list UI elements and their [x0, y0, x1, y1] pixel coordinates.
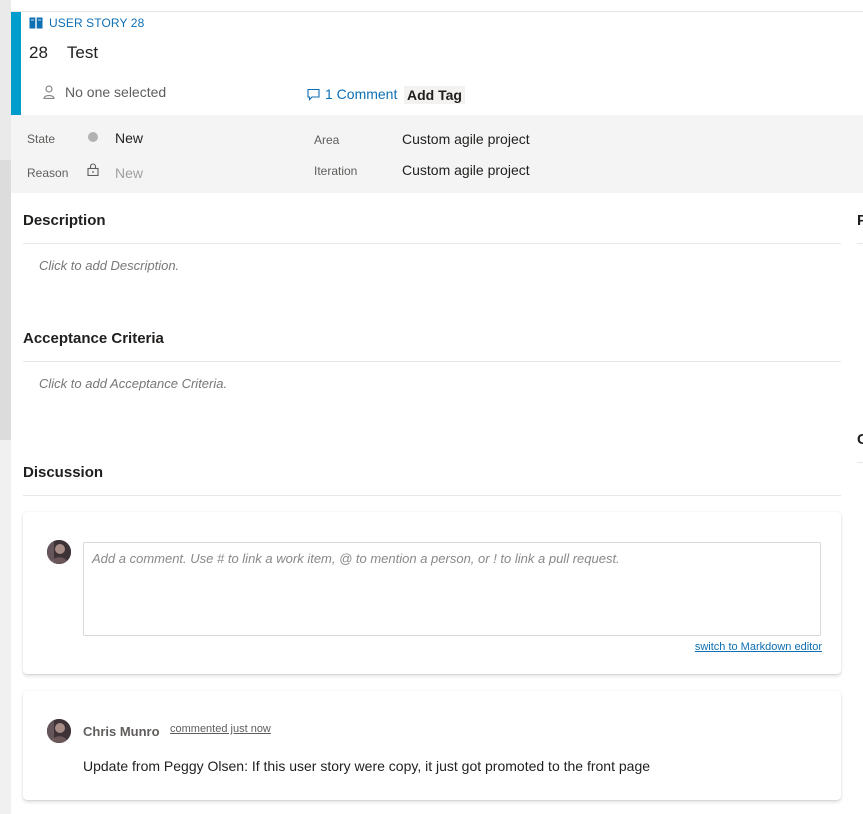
title-row: 28 Test [29, 43, 98, 63]
acceptance-criteria-heading: Acceptance Criteria [23, 330, 164, 347]
right-column-heading: P [857, 212, 863, 229]
iteration-field[interactable]: Custom agile project [402, 162, 530, 178]
work-item-type: USER STORY 28 [29, 16, 144, 30]
acceptance-criteria-editor[interactable]: Click to add Acceptance Criteria. [39, 376, 227, 391]
new-comment-card: Add a comment. Use # to link a work item… [23, 512, 841, 674]
right-column-heading: C [857, 431, 863, 448]
gutter-segment [0, 0, 11, 160]
add-tag-button[interactable]: Add Tag [404, 86, 465, 104]
reason-label: Reason [27, 166, 69, 180]
book-icon [29, 17, 43, 29]
assigned-to-picker[interactable]: No one selected [43, 84, 166, 100]
right-column-divider [857, 462, 863, 463]
work-item-type-color-bar [11, 12, 21, 115]
left-gutter [0, 0, 11, 814]
comment-input[interactable]: Add a comment. Use # to link a work item… [83, 542, 821, 636]
comment-card: Chris Munro commented just now Update fr… [23, 691, 841, 800]
section-divider [23, 361, 841, 362]
work-item-id: 28 [29, 43, 48, 62]
switch-to-markdown-link[interactable]: switch to Markdown editor [695, 641, 822, 653]
state-color-dot [88, 132, 98, 142]
assigned-to-value: No one selected [65, 84, 167, 100]
right-column-divider [857, 243, 863, 244]
gutter-segment [0, 160, 11, 440]
description-editor[interactable]: Click to add Description. [39, 258, 179, 273]
state-label: State [27, 132, 56, 146]
comments-count: 1 Comment [325, 86, 398, 102]
fields-panel: State New Reason New Area Custom agile p… [11, 115, 863, 193]
person-icon [43, 85, 55, 99]
lock-icon [87, 163, 99, 176]
area-field[interactable]: Custom agile project [402, 131, 530, 147]
area-label: Area [314, 133, 340, 147]
iteration-label: Iteration [314, 164, 358, 178]
avatar [47, 540, 71, 564]
section-divider [23, 243, 841, 244]
top-divider [11, 11, 863, 12]
comment-author[interactable]: Chris Munro [83, 724, 160, 739]
avatar-image [47, 540, 71, 564]
avatar [47, 719, 71, 743]
avatar-image [47, 719, 71, 743]
state-dropdown[interactable]: New [115, 130, 143, 146]
comment-text: Update from Peggy Olsen: If this user st… [83, 758, 651, 774]
comment-timestamp[interactable]: commented just now [170, 723, 271, 735]
work-item-title[interactable]: Test [67, 43, 98, 63]
work-item-type-label: USER STORY 28 [49, 16, 145, 30]
description-heading: Description [23, 212, 106, 229]
discussion-heading: Discussion [23, 464, 104, 481]
section-divider [23, 495, 841, 496]
reason-value: New [115, 165, 144, 181]
comments-link[interactable]: 1 Comment [307, 86, 397, 102]
comment-icon [307, 88, 320, 101]
